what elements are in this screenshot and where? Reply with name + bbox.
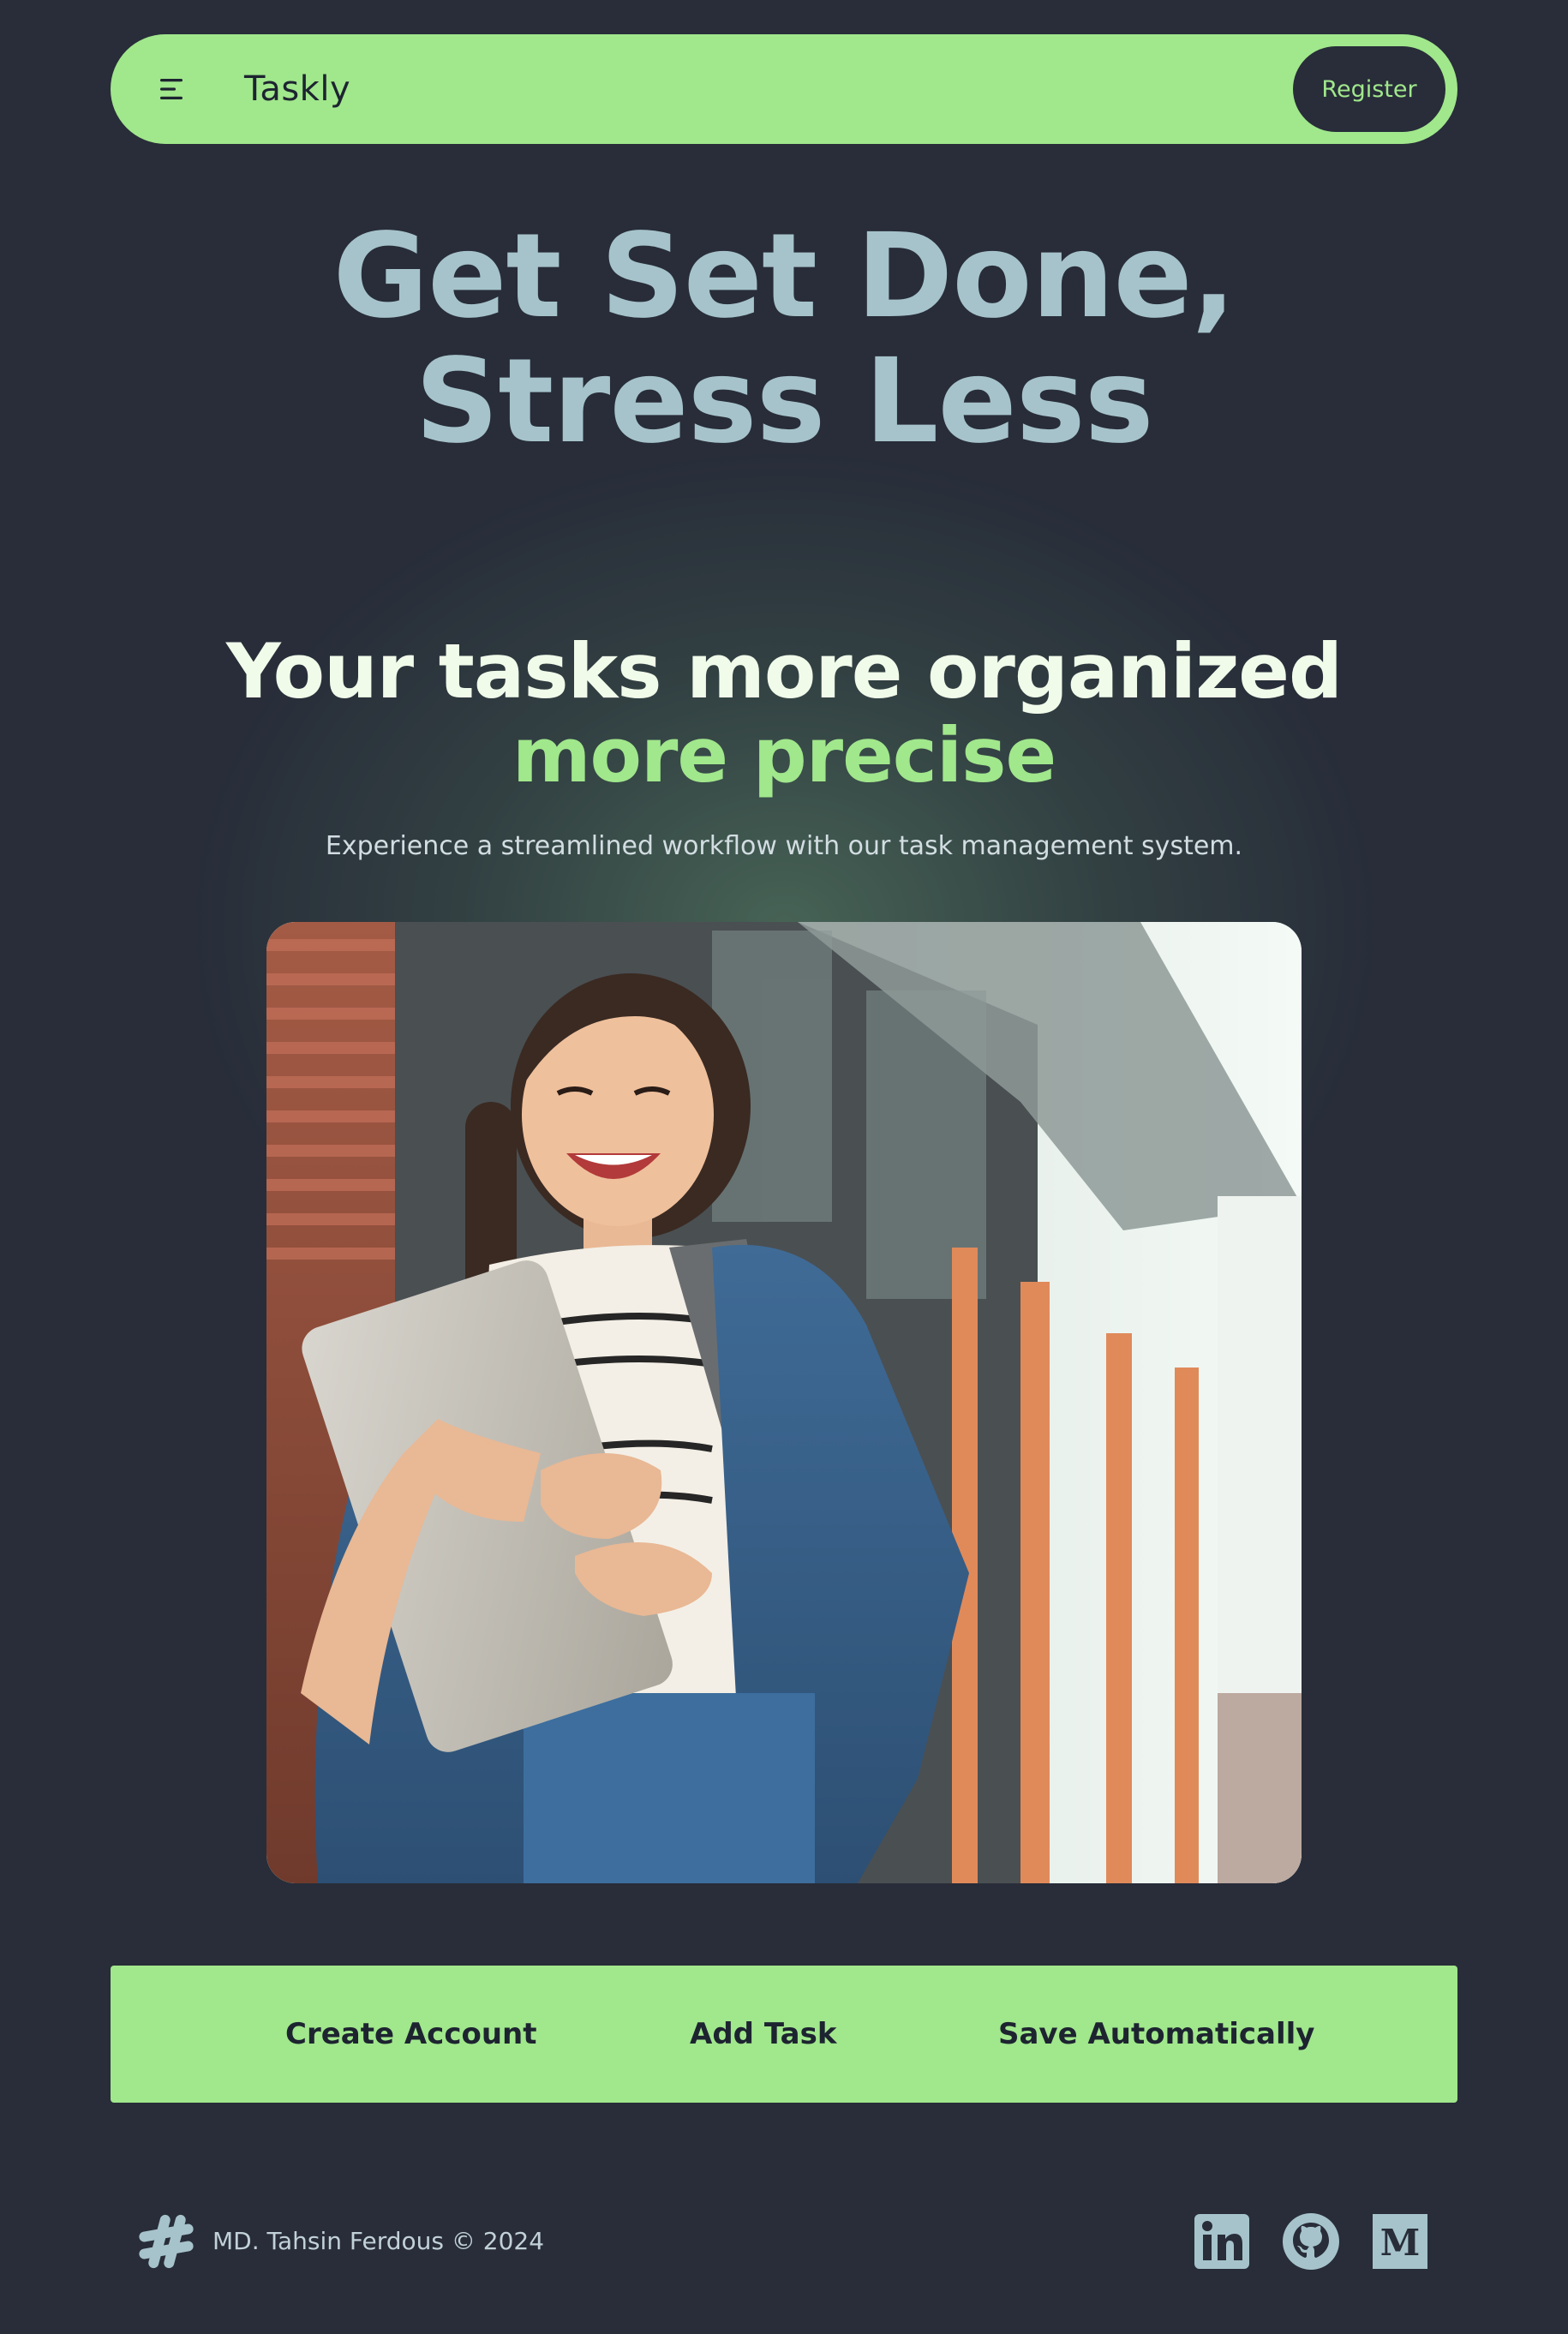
- register-button[interactable]: Register: [1293, 46, 1445, 132]
- hero-title: Get Set Done, Stress Less: [332, 209, 1236, 470]
- hero-subtitle: Your tasks more organized more precise: [0, 630, 1568, 798]
- medium-icon[interactable]: M: [1371, 2212, 1429, 2271]
- navbar: Taskly Register: [111, 34, 1457, 144]
- hero-subtitle-accent: more precise: [512, 711, 1056, 799]
- linkedin-icon[interactable]: [1193, 2212, 1251, 2271]
- feature-save-automatically[interactable]: Save Automatically: [998, 1966, 1314, 2103]
- hero-photo: [266, 922, 1302, 1883]
- footer-copyright: MD. Tahsin Ferdous © 2024: [212, 2227, 545, 2255]
- features-bar: Create Account Add Task Save Automatical…: [111, 1966, 1457, 2103]
- svg-text:M: M: [1380, 2222, 1421, 2264]
- hamburger-menu-icon[interactable]: [155, 72, 189, 106]
- brand-name[interactable]: Taskly: [244, 34, 350, 144]
- hero-description: Experience a streamlined workflow with o…: [325, 831, 1243, 861]
- github-icon[interactable]: [1282, 2212, 1340, 2271]
- feature-add-task[interactable]: Add Task: [690, 1966, 836, 2103]
- hero-subtitle-line1: Your tasks more organized: [226, 627, 1343, 715]
- hashtag-icon[interactable]: [135, 2211, 197, 2272]
- feature-create-account[interactable]: Create Account: [285, 1966, 537, 2103]
